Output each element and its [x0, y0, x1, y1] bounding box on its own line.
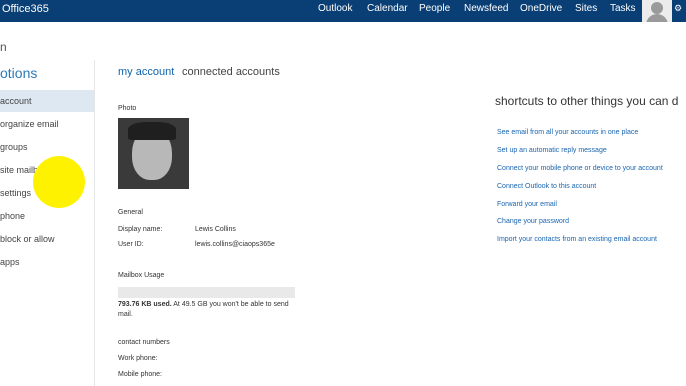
sidebar-divider	[94, 60, 95, 386]
user-id-label: User ID:	[118, 241, 144, 248]
profile-photo[interactable]	[118, 118, 189, 189]
mailbox-usage-bar	[118, 287, 295, 298]
sidebar-item-account[interactable]: account	[0, 90, 94, 112]
nav-onedrive[interactable]: OneDrive	[520, 3, 562, 14]
mailbox-limit-text-cont: mail.	[118, 311, 133, 318]
mailbox-usage-heading: Mailbox Usage	[118, 272, 165, 279]
display-name-label: Display name:	[118, 226, 163, 233]
mailbox-used-amount: 793.76 KB used.	[118, 301, 172, 308]
nav-calendar[interactable]: Calendar	[367, 3, 408, 14]
shortcuts-heading: shortcuts to other things you can d	[495, 94, 679, 108]
gear-icon[interactable]: ⚙	[674, 3, 682, 14]
sidebar-item-phone[interactable]: phone	[0, 205, 94, 227]
sidebar-item-label: account	[0, 96, 32, 106]
sidebar-item-label: settings	[0, 188, 32, 198]
shortcut-link-connect-outlook[interactable]: Connect Outlook to this account	[497, 183, 596, 190]
avatar-head-shape	[651, 2, 663, 14]
shortcut-link-change-password[interactable]: Change your password	[497, 218, 569, 225]
cursor-highlight	[33, 156, 85, 208]
contact-numbers-heading: contact numbers	[118, 339, 170, 346]
sidebar-item-groups[interactable]: groups	[0, 136, 94, 158]
avatar-body-shape	[646, 14, 668, 22]
work-phone-label: Work phone:	[118, 355, 158, 362]
nav-outlook[interactable]: Outlook	[318, 3, 352, 14]
display-name-value: Lewis Collins	[195, 226, 236, 233]
sidebar-item-label: groups	[0, 142, 28, 152]
tab-connected-accounts[interactable]: connected accounts	[182, 66, 280, 78]
mobile-phone-label: Mobile phone:	[118, 371, 162, 378]
nav-people[interactable]: People	[419, 3, 450, 14]
photo-hair-shape	[128, 122, 176, 140]
shortcut-link-see-email[interactable]: See email from all your accounts in one …	[497, 129, 638, 136]
sidebar-item-block-or-allow[interactable]: block or allow	[0, 228, 94, 250]
shortcut-link-connect-mobile[interactable]: Connect your mobile phone or device to y…	[497, 165, 663, 172]
nav-tasks[interactable]: Tasks	[610, 3, 636, 14]
sidebar-item-label: organize email	[0, 119, 59, 129]
photo-label: Photo	[118, 105, 137, 112]
nav-sites[interactable]: Sites	[575, 3, 597, 14]
sidebar-item-apps[interactable]: apps	[0, 251, 94, 273]
office365-logo[interactable]: Office365	[2, 3, 49, 15]
shortcut-link-auto-reply[interactable]: Set up an automatic reply message	[497, 147, 607, 154]
mailbox-usage-text: 793.76 KB used. At 49.5 GB you won't be …	[118, 301, 289, 308]
general-heading: General	[118, 209, 143, 216]
user-id-value: lewis.collins@ciaops365e	[195, 241, 275, 248]
mailbox-limit-text: At 49.5 GB you won't be able to send	[171, 301, 289, 308]
shortcut-link-import-contacts[interactable]: Import your contacts from an existing em…	[497, 236, 657, 243]
sidebar-item-organize-email[interactable]: organize email	[0, 113, 94, 135]
top-navigation-bar: Office365 Outlook Calendar People Newsfe…	[0, 0, 686, 22]
tab-my-account[interactable]: my account	[118, 66, 174, 78]
page-title: n	[0, 40, 7, 54]
options-heading: otions	[0, 65, 38, 81]
avatar[interactable]	[642, 0, 672, 22]
nav-newsfeed[interactable]: Newsfeed	[464, 3, 508, 14]
sidebar-item-label: block or allow	[0, 234, 55, 244]
sidebar-item-label: phone	[0, 211, 26, 221]
sidebar-item-label: apps	[0, 257, 20, 267]
shortcut-link-forward-email[interactable]: Forward your email	[497, 201, 557, 208]
